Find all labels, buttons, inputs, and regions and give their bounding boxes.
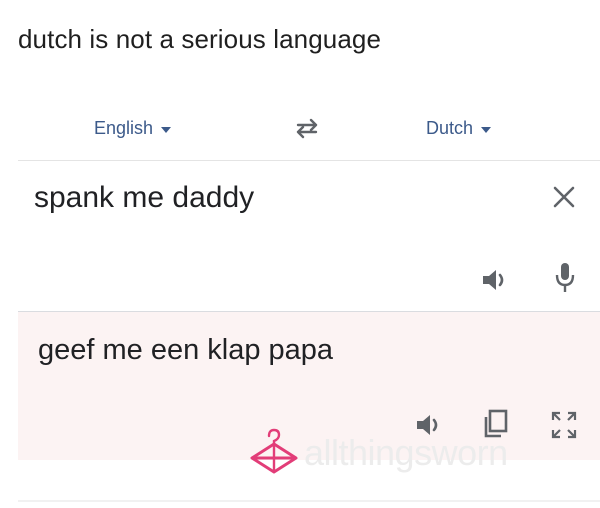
- chevron-down-icon: [161, 126, 172, 133]
- translate-card: English Dutch spank me daddy geef me een…: [18, 96, 600, 464]
- language-bar: English Dutch: [18, 96, 600, 161]
- swap-arrows-icon[interactable]: [290, 116, 324, 140]
- speaker-icon[interactable]: [480, 267, 512, 293]
- translation-output: geef me een klap papa: [38, 334, 334, 366]
- source-panel: spank me daddy: [18, 161, 600, 312]
- watermark: allthingsworn: [248, 428, 588, 476]
- source-language-select[interactable]: English: [94, 118, 172, 139]
- source-language-label: English: [94, 118, 154, 138]
- source-text-input[interactable]: spank me daddy: [34, 181, 254, 215]
- microphone-icon[interactable]: [554, 261, 576, 295]
- target-language-label: Dutch: [426, 118, 474, 138]
- post-caption: dutch is not a serious language: [18, 24, 382, 54]
- chevron-down-icon: [481, 126, 492, 133]
- close-icon[interactable]: [550, 183, 578, 211]
- divider: [18, 500, 600, 502]
- target-language-select[interactable]: Dutch: [426, 118, 492, 139]
- watermark-text: allthingsworn: [304, 432, 508, 473]
- hanger-logo-icon: [250, 428, 298, 474]
